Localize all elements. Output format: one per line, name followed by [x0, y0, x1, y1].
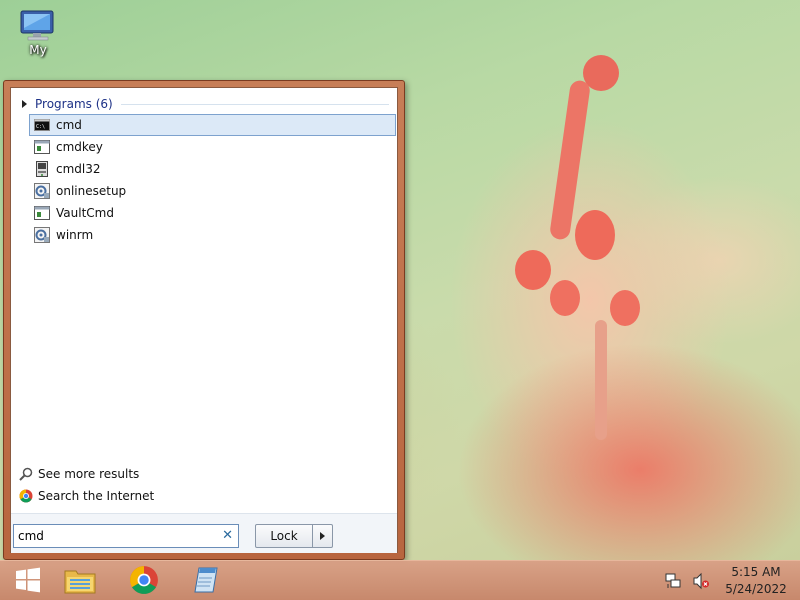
search-results: Programs (6) C:\ cmd cmdkey cmdl32 onlin…	[11, 88, 397, 513]
setup-gear-icon	[34, 183, 50, 199]
search-internet-label: Search the Internet	[38, 489, 155, 503]
svg-text:C:\: C:\	[36, 124, 45, 130]
start-menu: Programs (6) C:\ cmd cmdkey cmdl32 onlin…	[3, 80, 405, 560]
chrome-icon	[19, 489, 33, 503]
program-name: cmd	[56, 118, 82, 132]
wallpaper-flower-anther	[550, 280, 580, 316]
taskbar-chrome[interactable]	[116, 563, 172, 599]
desktop-icon-label: My	[29, 43, 47, 57]
clock-date: 5/24/2022	[725, 582, 787, 596]
search-area: ✕ Lock	[11, 513, 397, 553]
volume-muted-icon[interactable]	[692, 572, 710, 590]
taskbar: 5:15 AM 5/24/2022	[0, 560, 800, 600]
programs-group-title: Programs (6)	[35, 97, 113, 111]
wallpaper-flower-anther	[575, 210, 615, 260]
lock-button[interactable]: Lock	[255, 524, 333, 548]
search-input[interactable]	[18, 529, 214, 543]
lock-button-label: Lock	[256, 525, 313, 547]
wallpaper-flower-anther	[610, 290, 640, 326]
program-name: winrm	[56, 228, 94, 242]
search-internet-link[interactable]: Search the Internet	[19, 486, 154, 506]
system-tray: 5:15 AM 5/24/2022	[664, 561, 800, 600]
window-app-icon	[34, 139, 50, 155]
program-item-onlinesetup[interactable]: onlinesetup	[29, 180, 396, 202]
program-name: cmdl32	[56, 162, 101, 176]
chevron-right-icon	[320, 532, 325, 540]
wallpaper-flower-anther	[515, 250, 551, 290]
program-item-vaultcmd[interactable]: VaultCmd	[29, 202, 396, 224]
taskbar-file-explorer[interactable]	[52, 563, 108, 599]
program-name: cmdkey	[56, 140, 103, 154]
programs-group-header[interactable]: Programs (6)	[19, 96, 389, 112]
console-icon: C:\	[34, 117, 50, 133]
program-name: onlinesetup	[56, 184, 127, 198]
power-options-arrow[interactable]	[313, 525, 332, 547]
see-more-results-link[interactable]: See more results	[19, 464, 139, 484]
program-name: VaultCmd	[56, 206, 114, 220]
expand-triangle-icon	[22, 100, 27, 108]
chrome-icon	[129, 565, 159, 598]
wallpaper-flower-pistil	[595, 320, 607, 440]
programs-list: C:\ cmd cmdkey cmdl32 onlinesetup VaultC…	[29, 114, 396, 246]
network-icon[interactable]	[664, 572, 682, 590]
notepad-icon	[191, 565, 221, 598]
window-app-icon	[34, 205, 50, 221]
setup-gear-icon	[34, 227, 50, 243]
program-item-cmdl32[interactable]: cmdl32	[29, 158, 396, 180]
program-item-winrm[interactable]: winrm	[29, 224, 396, 246]
clock[interactable]: 5:15 AM 5/24/2022	[720, 564, 792, 598]
connection-manager-icon	[34, 161, 50, 177]
computer-icon	[19, 10, 57, 41]
folder-icon	[64, 566, 96, 597]
search-icon	[19, 467, 33, 481]
see-more-results-label: See more results	[38, 467, 140, 481]
program-item-cmdkey[interactable]: cmdkey	[29, 136, 396, 158]
start-button[interactable]	[0, 563, 56, 599]
windows-logo-icon	[15, 567, 41, 596]
close-icon[interactable]: ✕	[222, 528, 233, 543]
start-menu-panel: Programs (6) C:\ cmd cmdkey cmdl32 onlin…	[10, 87, 398, 553]
clock-time: 5:15 AM	[731, 565, 781, 579]
divider	[120, 103, 389, 105]
desktop-icon-my-computer[interactable]: My	[8, 8, 68, 57]
search-box[interactable]: ✕	[13, 524, 239, 548]
taskbar-notepad[interactable]	[178, 563, 234, 599]
program-item-cmd[interactable]: C:\ cmd	[29, 114, 396, 136]
